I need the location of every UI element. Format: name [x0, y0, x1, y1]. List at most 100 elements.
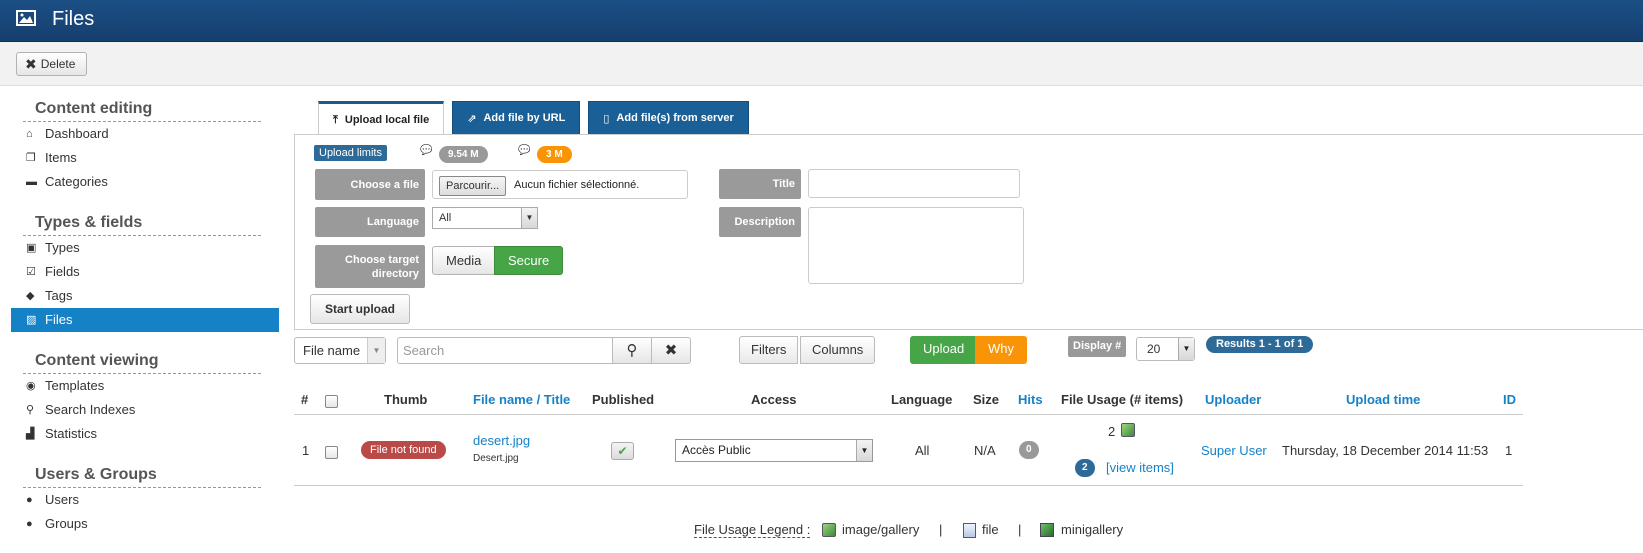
- sidebar-heading-content-editing: Content editing: [23, 94, 261, 122]
- col-file-usage: File Usage (# items): [1061, 392, 1184, 407]
- legend-file: file: [982, 522, 999, 537]
- sidebar-item-statistics[interactable]: ▟ Statistics: [11, 422, 279, 446]
- search-field-select[interactable]: File name ▼: [294, 337, 386, 364]
- directory-media-button[interactable]: Media: [432, 246, 496, 275]
- language-select-value: All: [439, 212, 452, 224]
- uploader-link[interactable]: Super User: [1201, 443, 1267, 458]
- sidebar-heading-users-groups: Users & Groups: [23, 460, 261, 488]
- browse-button[interactable]: Parcourir...: [439, 176, 507, 196]
- why-button[interactable]: Why: [975, 336, 1027, 364]
- size-cell: N/A: [974, 443, 996, 458]
- col-uploader[interactable]: Uploader: [1205, 392, 1261, 407]
- col-upload-time[interactable]: Upload time: [1346, 392, 1420, 407]
- close-icon: ✖: [25, 56, 37, 72]
- sidebar-item-fields[interactable]: ☑ Fields: [11, 260, 279, 284]
- tags-icon: ◆: [26, 290, 35, 302]
- upload-button[interactable]: Upload: [910, 336, 978, 364]
- display-count-select[interactable]: 20 ▼: [1136, 337, 1195, 361]
- sidebar-item-label: Tags: [45, 288, 73, 303]
- tab-add-files-from-server[interactable]: ▯ Add file(s) from server: [588, 101, 749, 135]
- chevron-down-icon: ▼: [1178, 338, 1194, 360]
- target-directory-label: Choose target directory: [315, 245, 425, 288]
- search-icon: ⚲: [626, 342, 638, 359]
- sidebar-item-tags[interactable]: ◆ Tags: [11, 284, 279, 308]
- results-badge: Results 1 - 1 of 1: [1206, 336, 1314, 353]
- search-button[interactable]: ⚲: [612, 337, 652, 364]
- check-icon: ✔: [617, 444, 628, 458]
- delete-button[interactable]: ✖ Delete: [16, 52, 88, 76]
- legend-minigallery: minigallery: [1061, 522, 1124, 537]
- sidebar-item-dashboard[interactable]: ⌂ Dashboard: [11, 122, 279, 146]
- chevron-down-icon: ▼: [856, 440, 872, 461]
- search-icon: ⚲: [26, 404, 35, 416]
- view-items-link[interactable]: [view items]: [1106, 460, 1174, 475]
- sidebar-item-groups[interactable]: ● Groups: [11, 512, 279, 536]
- legend-separator: |: [1018, 522, 1022, 537]
- search-input[interactable]: Search: [397, 337, 613, 364]
- directory-secure-button[interactable]: Secure: [494, 246, 564, 275]
- checklist-icon: ☑: [26, 266, 36, 278]
- sidebar-item-items[interactable]: ❐ Items: [11, 146, 279, 170]
- col-thumb: Thumb: [384, 392, 428, 407]
- sidebar-item-label: Items: [45, 150, 77, 165]
- tab-upload-local-file[interactable]: ⤒ Upload local file: [318, 101, 445, 136]
- sidebar-item-label: Search Indexes: [45, 402, 136, 417]
- sidebar-item-label: Groups: [45, 516, 88, 531]
- sidebar-item-search-indexes[interactable]: ⚲ Search Indexes: [11, 398, 279, 422]
- tab-add-file-by-url[interactable]: ⇗ Add file by URL: [452, 101, 581, 135]
- tab-label: Upload local file: [344, 114, 430, 126]
- sidebar-item-templates[interactable]: ◉ Templates: [11, 374, 279, 398]
- filters-button[interactable]: Filters: [739, 336, 799, 364]
- sidebar-item-label: Statistics: [45, 426, 98, 441]
- tab-label: Add file by URL: [483, 112, 566, 124]
- no-file-text: Aucun fichier sélectionné.: [514, 179, 640, 191]
- choose-file-label: Choose a file: [315, 169, 425, 200]
- language-label: Language: [315, 207, 425, 237]
- col-hits[interactable]: Hits: [1018, 392, 1043, 407]
- file-input[interactable]: Parcourir... Aucun fichier sélectionné.: [432, 170, 688, 199]
- title-input[interactable]: [808, 169, 1020, 198]
- col-num: #: [301, 392, 309, 407]
- sidebar-item-label: Fields: [45, 264, 80, 279]
- file-name-link[interactable]: desert.jpg: [473, 433, 530, 448]
- legend-gallery: image/gallery: [842, 522, 920, 537]
- col-filename[interactable]: File name / Title: [473, 392, 570, 407]
- columns-button[interactable]: Columns: [800, 336, 876, 364]
- usage-items-badge: 2: [1075, 459, 1095, 477]
- published-toggle[interactable]: ✔: [611, 442, 634, 460]
- id-cell: 1: [1505, 443, 1513, 458]
- sidebar: Content editing ⌂ Dashboard ❐ Items ▬ Categ…: [11, 94, 279, 536]
- col-id[interactable]: ID: [1503, 392, 1516, 407]
- start-upload-button[interactable]: Start upload: [310, 294, 411, 324]
- sidebar-item-types[interactable]: ▣ Types: [11, 236, 279, 260]
- table-row-divider: [294, 485, 1523, 486]
- top-header: Files: [0, 0, 1643, 42]
- description-textarea[interactable]: [808, 207, 1024, 284]
- col-published: Published: [592, 392, 655, 407]
- chevron-down-icon: ▼: [521, 208, 537, 228]
- clear-search-button[interactable]: ✖: [651, 337, 691, 364]
- limit-size-2: 3 M: [537, 146, 572, 163]
- search-field-value: File name: [303, 343, 361, 358]
- thumb-status-badge: File not found: [361, 441, 446, 459]
- limit-size-1: 9.54 M: [439, 146, 488, 163]
- sidebar-item-label: Types: [45, 240, 80, 255]
- share-icon: ⇗: [467, 112, 477, 125]
- language-select[interactable]: All ▼: [432, 207, 538, 229]
- page-title: Files: [52, 8, 95, 30]
- row-checkbox[interactable]: [325, 446, 338, 459]
- file-usage-legend-title: File Usage Legend :: [694, 522, 811, 538]
- select-all-checkbox[interactable]: [325, 395, 338, 408]
- language-cell: All: [915, 443, 930, 458]
- row-number: 1: [302, 443, 310, 458]
- sidebar-heading-types-fields: Types & fields: [23, 208, 261, 236]
- col-access: Access: [751, 392, 797, 407]
- access-select[interactable]: Accès Public ▼: [675, 439, 873, 462]
- sidebar-item-files[interactable]: ▨ Files: [11, 308, 279, 332]
- upload-limits-badge: Upload limits: [314, 145, 387, 161]
- comment-icon: 💬: [420, 145, 433, 156]
- sidebar-item-users[interactable]: ● Users: [11, 488, 279, 512]
- sidebar-item-categories[interactable]: ▬ Categories: [11, 170, 279, 194]
- col-size: Size: [973, 392, 1000, 407]
- image-icon: [16, 10, 36, 26]
